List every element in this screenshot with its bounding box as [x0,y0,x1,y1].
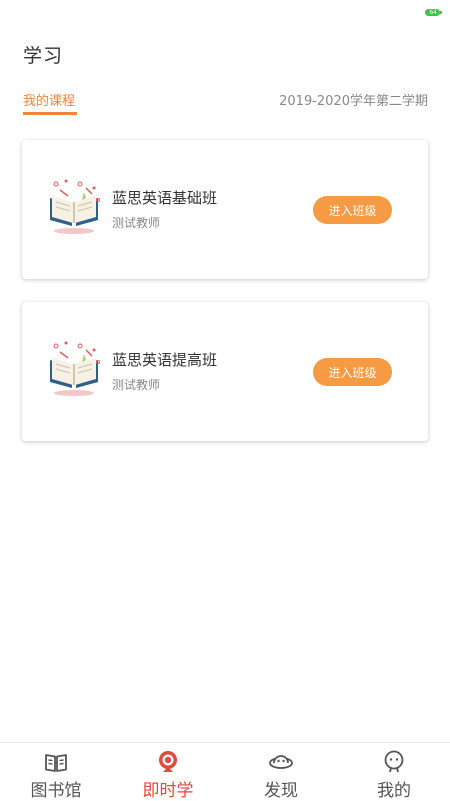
nav-tab-library[interactable]: 图书馆 [0,743,112,801]
bottom-nav: 图书馆 即时学 发现 我的 [0,742,450,801]
book-illustration-icon [50,341,100,396]
enter-class-button[interactable]: 进入班级 [313,196,392,224]
course-teacher: 测试教师 [112,216,161,230]
nav-tab-mine[interactable]: 我的 [338,743,450,801]
status-bar: 64 [0,0,450,24]
tab-underline [23,112,77,115]
nav-label: 图书馆 [30,781,82,801]
planet-icon [269,755,293,769]
enter-class-button[interactable]: 进入班级 [313,358,392,386]
nav-label: 发现 [264,781,298,801]
nav-label: 即时学 [142,781,194,801]
course-name: 蓝思英语基础班 [112,189,218,207]
battery-level: 64 [429,9,437,16]
nav-tab-discover[interactable]: 发现 [225,743,337,801]
course-teacher: 测试教师 [112,378,161,392]
course-card[interactable]: 蓝思英语提高班 测试教师 进入班级 [22,302,428,441]
nav-label: 我的 [377,781,411,801]
nav-tab-live-study[interactable]: 即时学 [112,743,224,801]
tab-my-courses[interactable]: 我的课程 [23,90,75,109]
profile-face-icon [384,750,404,773]
live-study-icon [159,751,177,772]
book-illustration-icon [50,179,100,234]
term-label: 2019-2020学年第二学期 [279,94,428,109]
page-title: 学习 [23,45,64,67]
book-open-icon [45,754,67,772]
course-card[interactable]: 蓝思英语基础班 测试教师 进入班级 [22,140,428,279]
course-name: 蓝思英语提高班 [112,351,218,369]
